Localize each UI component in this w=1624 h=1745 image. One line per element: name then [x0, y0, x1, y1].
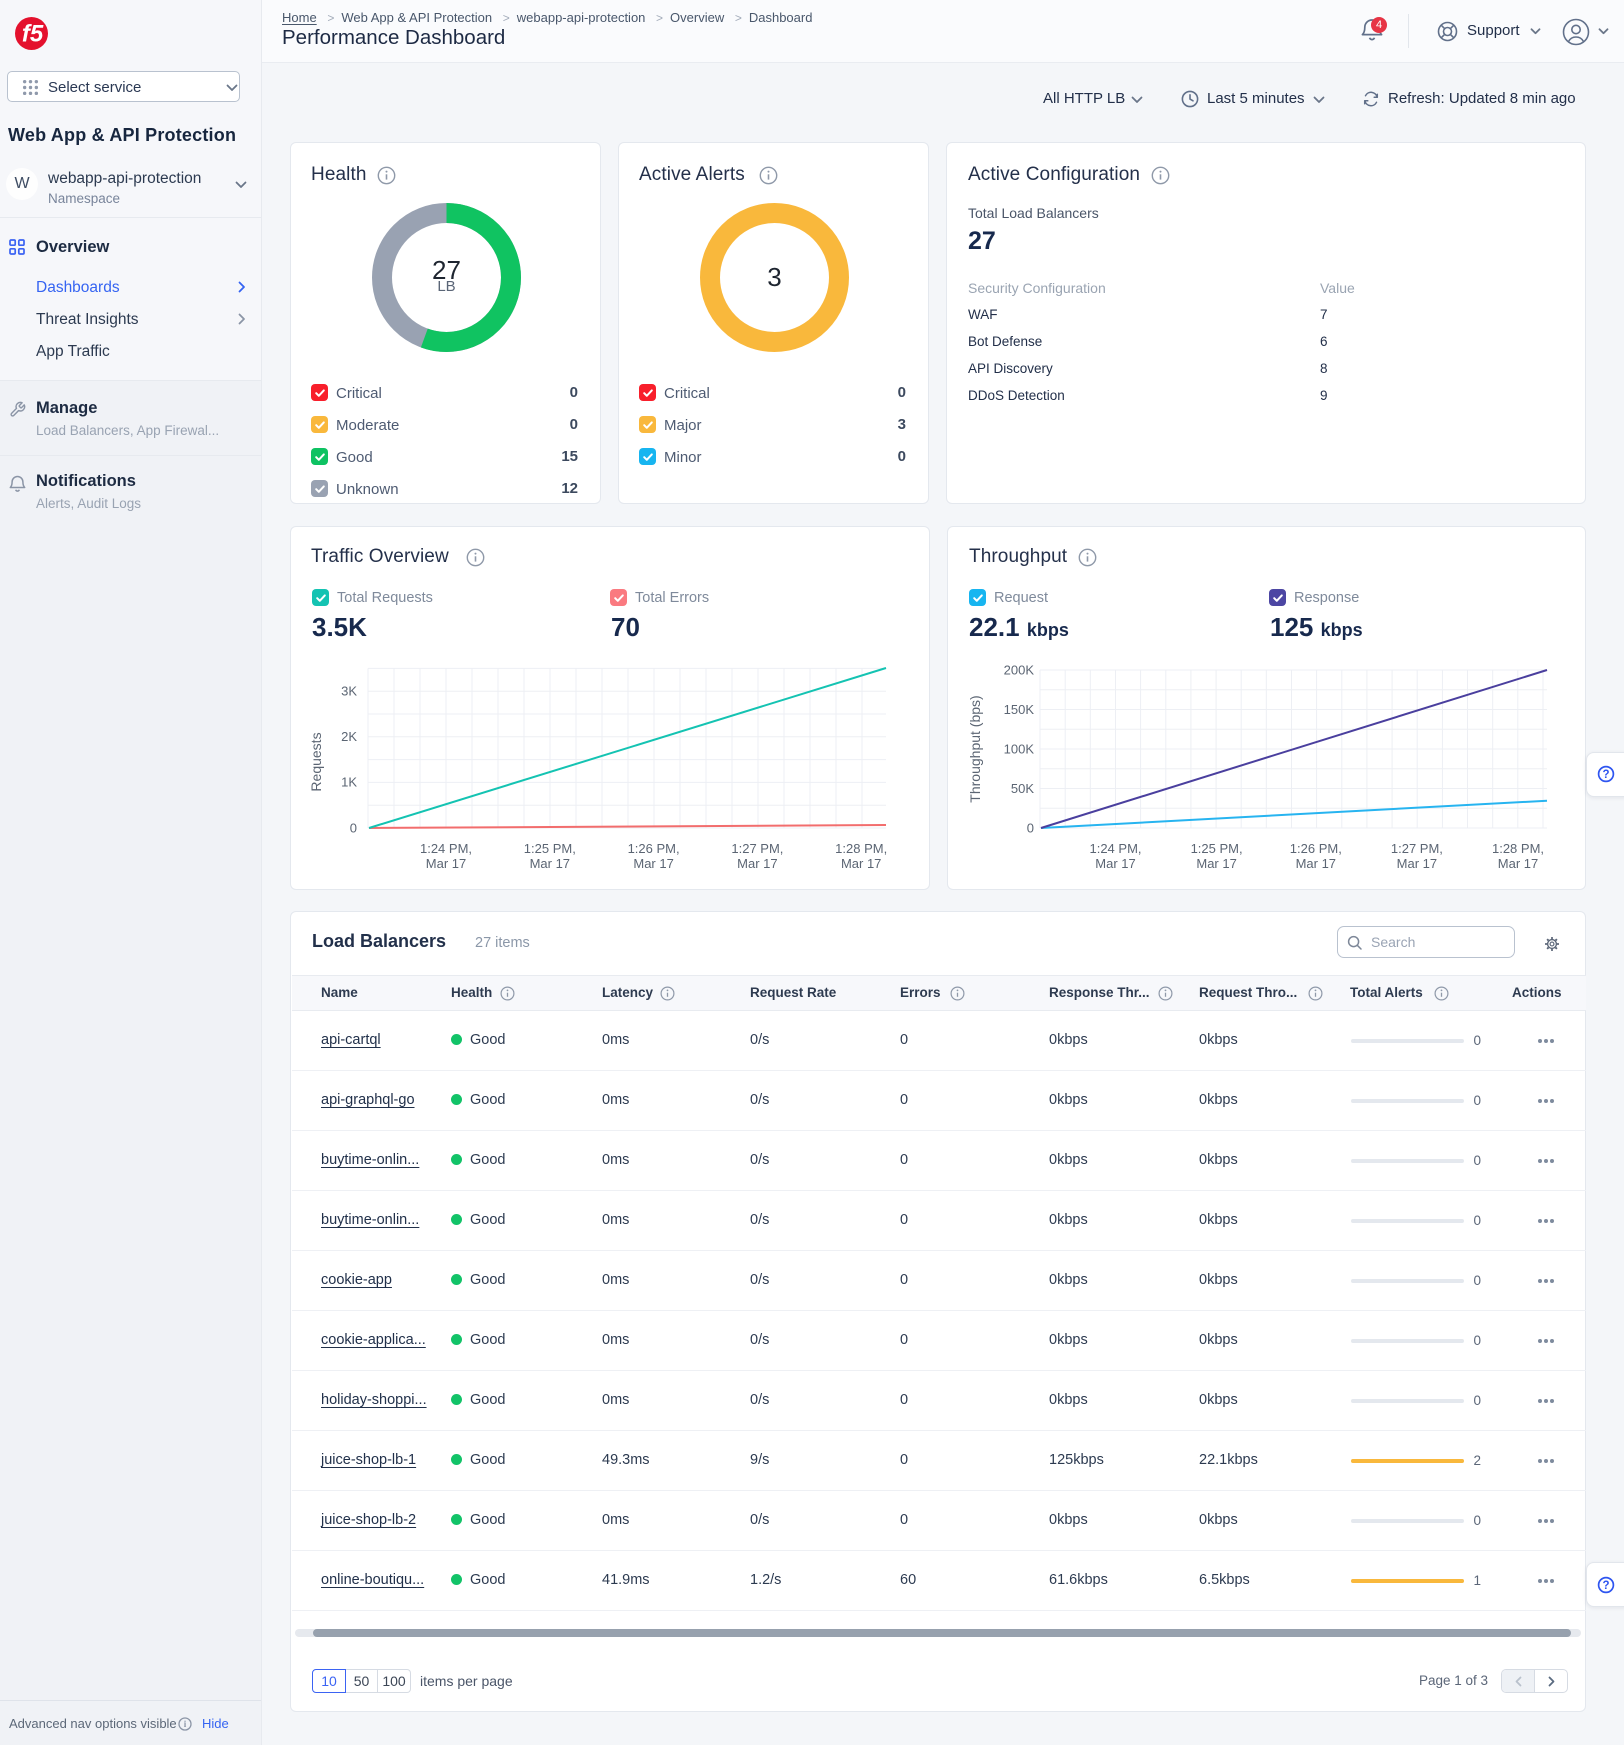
svg-text:200K: 200K — [1004, 663, 1035, 678]
svg-text:Mar 17: Mar 17 — [633, 856, 673, 871]
svg-text:Mar 17: Mar 17 — [530, 856, 570, 871]
svg-text:1:25 PM,: 1:25 PM, — [1191, 841, 1243, 856]
svg-text:50K: 50K — [1011, 781, 1034, 796]
svg-text:150K: 150K — [1004, 702, 1035, 717]
svg-text:3: 3 — [767, 262, 781, 292]
svg-text:Mar 17: Mar 17 — [1498, 856, 1538, 871]
svg-text:1:24 PM,: 1:24 PM, — [420, 841, 472, 856]
svg-text:1:27 PM,: 1:27 PM, — [1391, 841, 1443, 856]
svg-text:2K: 2K — [341, 729, 357, 744]
svg-text:Mar 17: Mar 17 — [841, 856, 881, 871]
svg-text:i: i — [184, 1719, 187, 1729]
svg-text:0: 0 — [1027, 821, 1034, 836]
svg-text:1:27 PM,: 1:27 PM, — [731, 841, 783, 856]
svg-text:Requests: Requests — [308, 732, 324, 791]
svg-text:1K: 1K — [341, 775, 357, 790]
svg-text:Mar 17: Mar 17 — [426, 856, 466, 871]
svg-text:?: ? — [1602, 769, 1609, 781]
svg-text:100K: 100K — [1004, 742, 1035, 757]
svg-text:1:25 PM,: 1:25 PM, — [524, 841, 576, 856]
svg-text:0: 0 — [350, 821, 357, 836]
svg-text:1:28 PM,: 1:28 PM, — [835, 841, 887, 856]
svg-text:1:26 PM,: 1:26 PM, — [628, 841, 680, 856]
svg-text:Mar 17: Mar 17 — [1196, 856, 1236, 871]
svg-text:Throughput (bps): Throughput (bps) — [967, 695, 983, 802]
svg-text:1:26 PM,: 1:26 PM, — [1290, 841, 1342, 856]
svg-text:Mar 17: Mar 17 — [1095, 856, 1135, 871]
svg-text:?: ? — [1602, 1580, 1609, 1592]
svg-text:1:24 PM,: 1:24 PM, — [1089, 841, 1141, 856]
svg-text:1:28 PM,: 1:28 PM, — [1492, 841, 1544, 856]
svg-text:3K: 3K — [341, 684, 357, 699]
svg-text:Mar 17: Mar 17 — [1296, 856, 1336, 871]
svg-text:LB: LB — [437, 278, 455, 295]
svg-text:Mar 17: Mar 17 — [737, 856, 777, 871]
svg-text:f5: f5 — [22, 21, 44, 48]
svg-text:Mar 17: Mar 17 — [1397, 856, 1437, 871]
